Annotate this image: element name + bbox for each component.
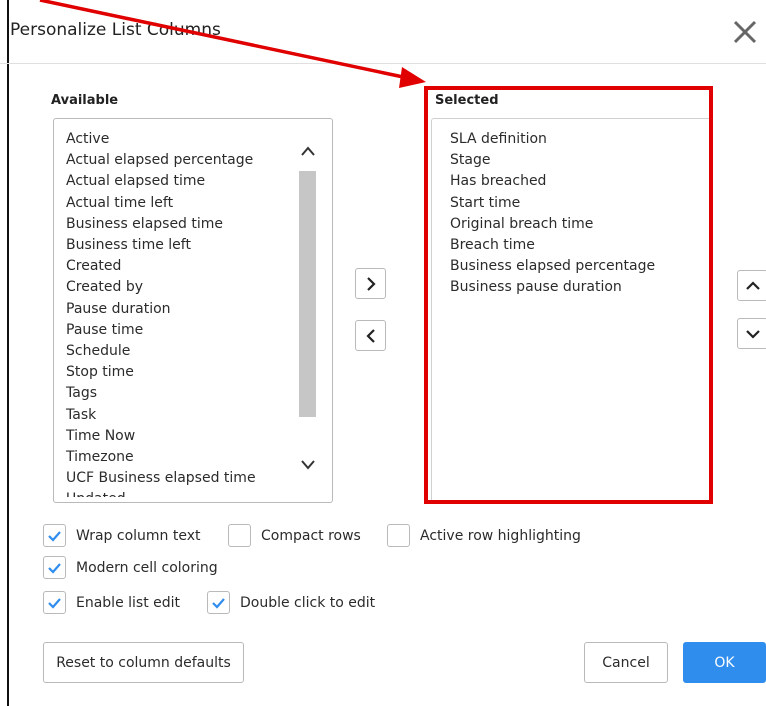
annotation-arrow (39, 0, 426, 88)
personalize-list-columns-dialog: Personalize List Columns Available Activ… (0, 0, 766, 706)
